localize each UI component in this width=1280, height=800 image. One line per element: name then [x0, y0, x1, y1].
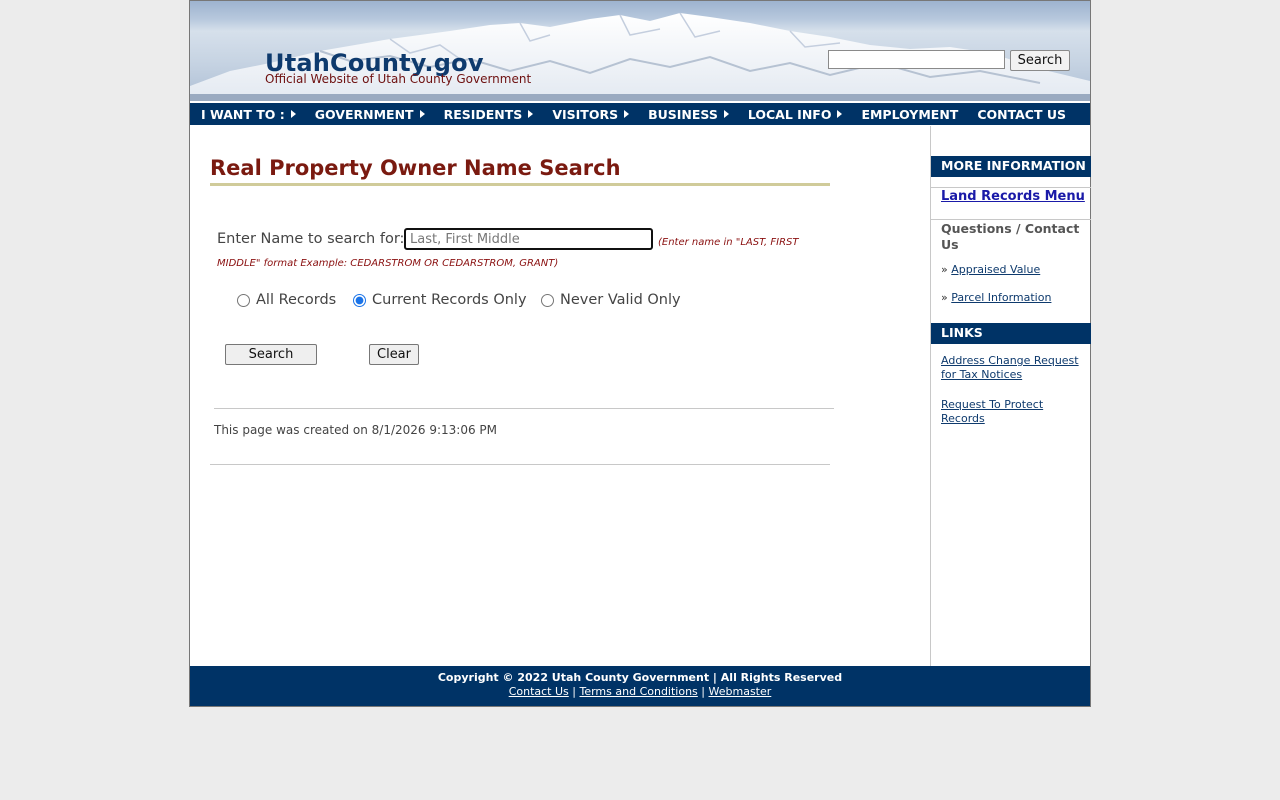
sidebar-link-row: » Appraised Value	[941, 263, 1040, 276]
nav-item-label: LOCAL INFO	[747, 106, 832, 122]
sidebar: MORE INFORMATION Land Records Menu Quest…	[930, 126, 1091, 666]
radio-all-records-input[interactable]	[237, 293, 250, 307]
separator: |	[572, 685, 576, 698]
caret-right-icon	[290, 110, 296, 118]
radio-all-records[interactable]: All Records	[237, 292, 336, 308]
caret-right-icon	[723, 110, 729, 118]
footer-terms-link[interactable]: Terms and Conditions	[579, 685, 697, 698]
nav-item-label: EMPLOYMENT	[861, 106, 959, 122]
nav-item-label: BUSINESS	[648, 106, 718, 122]
nav-item-government[interactable]: GOVERNMENT	[304, 103, 433, 125]
site-search-input[interactable]	[828, 50, 1005, 69]
footer-webmaster-link[interactable]: Webmaster	[709, 685, 772, 698]
land-records-menu-link[interactable]: Land Records Menu	[941, 189, 1085, 204]
caret-right-icon	[419, 110, 425, 118]
nav-item-contact-us[interactable]: CONTACT US	[966, 103, 1074, 125]
caret-right-icon	[837, 110, 843, 118]
nav-item-label: I WANT TO :	[201, 106, 285, 122]
page-title: Real Property Owner Name Search	[210, 156, 830, 186]
site-subtitle: Official Website of Utah County Governme…	[265, 72, 532, 86]
divider	[210, 464, 830, 465]
bullet-icon: »	[941, 263, 948, 276]
copyright-text: Copyright © 2022 Utah County Government …	[437, 671, 843, 684]
radio-current-records[interactable]: Current Records Only	[353, 292, 527, 308]
links-heading: LINKS	[931, 323, 1091, 344]
nav-item-residents[interactable]: RESIDENTS	[433, 103, 542, 125]
questions-contact-heading: Questions / Contact Us	[941, 221, 1080, 252]
more-information-heading: MORE INFORMATION	[931, 156, 1091, 177]
search-button[interactable]: Search	[225, 344, 317, 365]
nav-item-employment[interactable]: EMPLOYMENT	[850, 103, 966, 125]
protect-records-link[interactable]: Request To Protect Records	[941, 398, 1086, 426]
appraised-value-link[interactable]: Appraised Value	[951, 263, 1040, 276]
page-created-timestamp: This page was created on 8/1/2026 9:13:0…	[214, 423, 498, 437]
nav-item-label: GOVERNMENT	[314, 106, 414, 122]
caret-right-icon	[528, 110, 534, 118]
nav-item-label: VISITORS	[552, 106, 619, 122]
owner-name-input[interactable]	[404, 228, 653, 250]
radio-never-valid-input[interactable]	[541, 293, 554, 307]
bullet-icon: »	[941, 291, 948, 304]
radio-label: Current Records Only	[372, 292, 527, 308]
nav-item-i-want-to[interactable]: I WANT TO :	[190, 103, 304, 125]
nav-item-label: RESIDENTS	[443, 106, 523, 122]
footer-links: Contact Us | Terms and Conditions | Webm…	[190, 685, 1090, 698]
nav-item-local-info[interactable]: LOCAL INFO	[737, 103, 851, 125]
divider	[214, 408, 834, 409]
separator: |	[701, 685, 706, 698]
site-search-button[interactable]: Search	[1010, 50, 1070, 71]
name-search-label: Enter Name to search for:	[217, 231, 405, 247]
nav-item-label: CONTACT US	[977, 106, 1067, 122]
footer: Copyright © 2022 Utah County Government …	[190, 666, 1090, 706]
nav-item-visitors[interactable]: VISITORS	[541, 103, 637, 125]
radio-never-valid[interactable]: Never Valid Only	[541, 292, 681, 308]
parcel-information-link[interactable]: Parcel Information	[951, 291, 1051, 304]
radio-label: Never Valid Only	[560, 292, 681, 308]
divider	[931, 187, 1091, 188]
caret-right-icon	[624, 110, 630, 118]
sidebar-link-row: » Parcel Information	[941, 291, 1051, 304]
radio-current-records-input[interactable]	[353, 293, 366, 307]
main-nav: I WANT TO : GOVERNMENT RESIDENTS VISITOR…	[190, 103, 1090, 125]
divider	[931, 219, 1091, 220]
footer-contact-us-link[interactable]: Contact Us	[509, 685, 569, 698]
clear-button[interactable]: Clear	[369, 344, 419, 365]
page-container: UtahCounty.gov Official Website of Utah …	[189, 0, 1091, 707]
header-banner: UtahCounty.gov Official Website of Utah …	[190, 1, 1090, 101]
radio-label: All Records	[256, 292, 337, 308]
nav-item-business[interactable]: BUSINESS	[637, 103, 737, 125]
address-change-link[interactable]: Address Change Request for Tax Notices	[941, 354, 1086, 382]
